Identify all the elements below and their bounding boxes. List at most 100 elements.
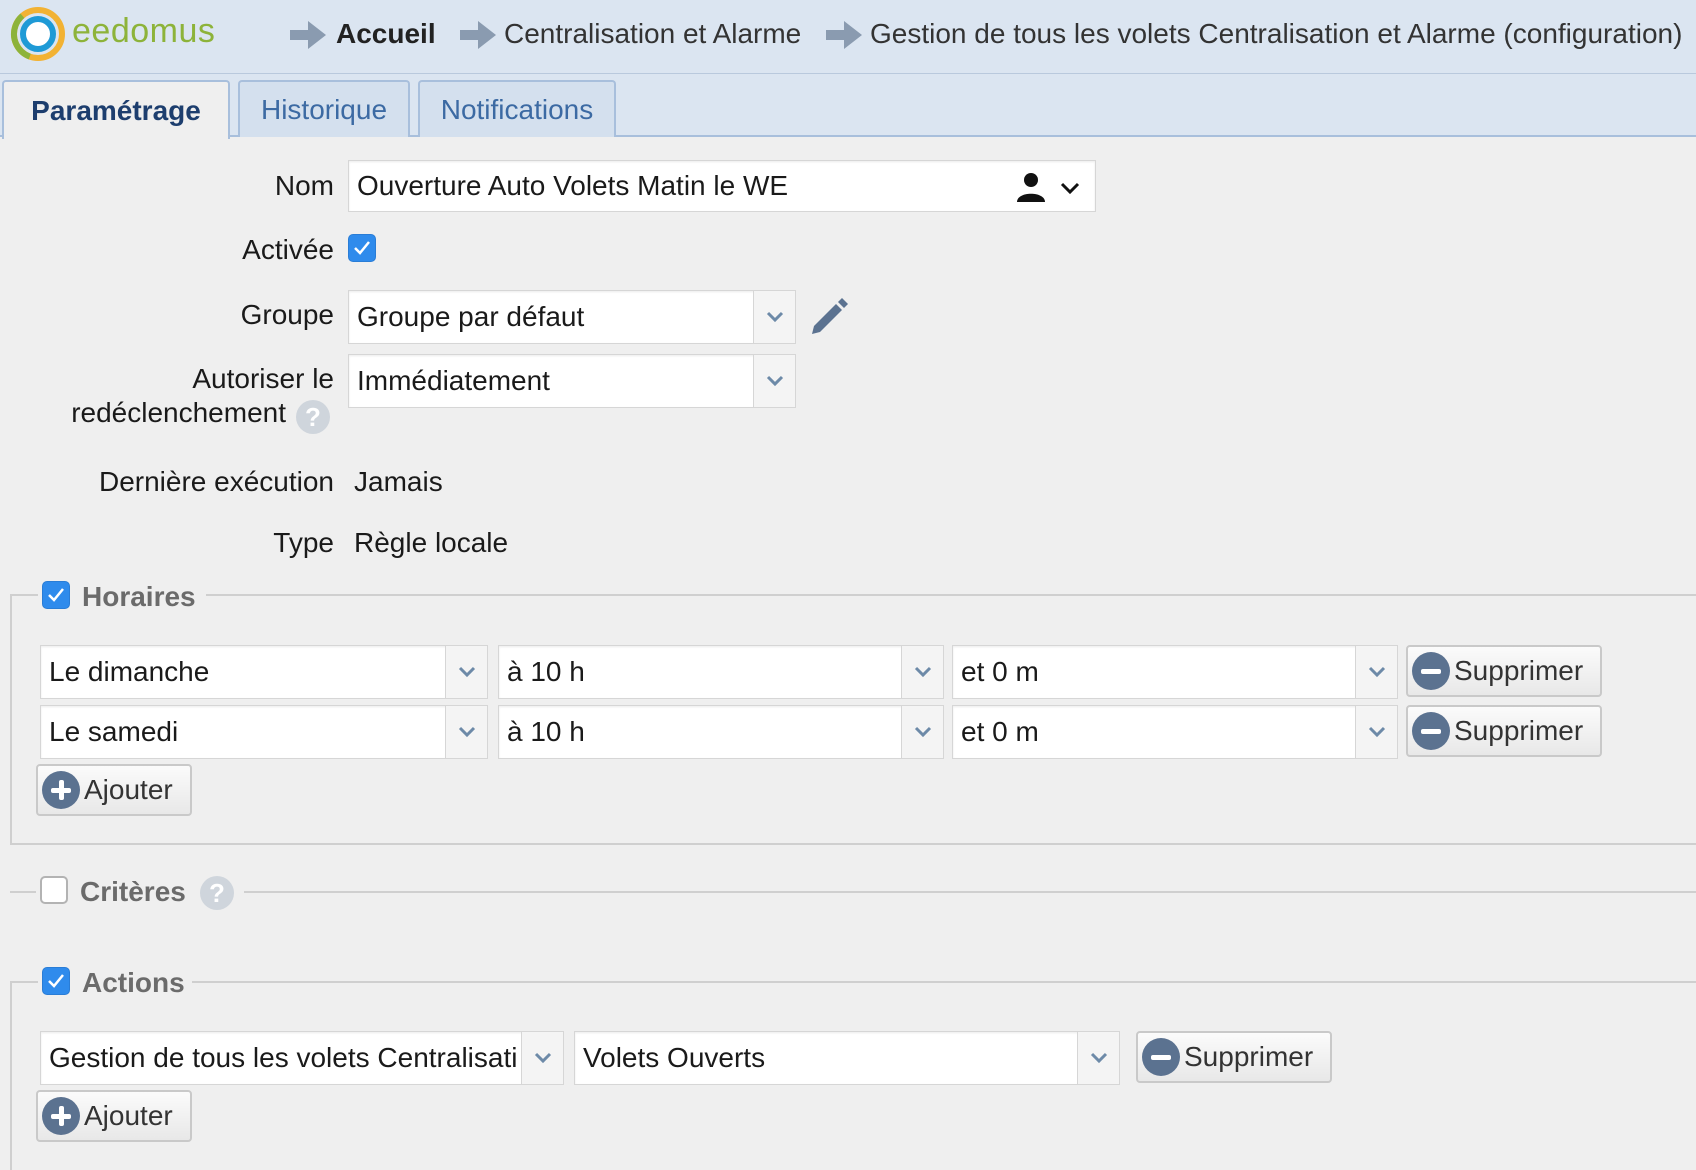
- action-device-select[interactable]: Gestion de tous les volets Centralisatio…: [40, 1031, 564, 1085]
- criteria-fieldset-border: [244, 891, 1696, 893]
- name-input[interactable]: Ouverture Auto Volets Matin le WE: [348, 160, 1096, 212]
- breadcrumb-home[interactable]: Accueil: [336, 18, 436, 50]
- retrigger-help-icon[interactable]: ?: [296, 400, 330, 434]
- group-select[interactable]: Groupe par défaut: [348, 290, 796, 344]
- schedules-legend: Horaires: [82, 581, 196, 612]
- top-bar: eedomus Accueil Centralisation et Alarme…: [0, 0, 1696, 74]
- schedule-day-dropdown[interactable]: [445, 646, 487, 698]
- schedule-day-select[interactable]: Le samedi: [40, 705, 488, 759]
- check-icon: [48, 974, 64, 988]
- retrigger-label-line2: redéclenchement: [71, 397, 286, 428]
- actions-fieldset-border: [10, 981, 12, 1170]
- schedule-minute-dropdown[interactable]: [1355, 646, 1397, 698]
- delete-schedule-button[interactable]: Supprimer: [1406, 645, 1602, 697]
- last-exec-label: Dernière exécution: [98, 466, 334, 497]
- actions-legend: Actions: [82, 967, 185, 998]
- arrow-right-icon: [460, 21, 496, 49]
- plus-circle-icon: [42, 771, 80, 809]
- group-label: Groupe: [240, 299, 334, 330]
- chevron-down-icon[interactable]: [1059, 181, 1081, 195]
- schedule-hour-value: à 10 h: [507, 656, 585, 687]
- pencil-icon[interactable]: [806, 294, 850, 338]
- actions-fieldset-border: [192, 981, 1696, 983]
- user-icon[interactable]: [1015, 171, 1051, 203]
- schedules-fieldset-border: [10, 594, 12, 844]
- schedule-minute-dropdown[interactable]: [1355, 706, 1397, 758]
- type-value: Règle locale: [354, 527, 509, 558]
- eedomus-logo-icon[interactable]: [10, 6, 66, 62]
- action-device-value: Gestion de tous les volets Centralisatio…: [49, 1042, 517, 1073]
- name-input-value: Ouverture Auto Volets Matin le WE: [357, 170, 789, 201]
- breadcrumb-room[interactable]: Centralisation et Alarme: [504, 18, 801, 50]
- schedules-fieldset-border: [10, 594, 38, 596]
- schedule-hour-value: à 10 h: [507, 716, 585, 747]
- check-icon: [48, 588, 64, 602]
- add-schedule-button[interactable]: Ajouter: [36, 764, 192, 816]
- actions-fieldset-border: [10, 981, 38, 983]
- criteria-help-icon[interactable]: ?: [200, 876, 234, 910]
- schedule-day-dropdown[interactable]: [445, 706, 487, 758]
- breadcrumb-current[interactable]: Gestion de tous les volets Centralisatio…: [870, 18, 1682, 50]
- chevron-down-icon: [1090, 1052, 1107, 1064]
- group-select-value: Groupe par défaut: [357, 301, 585, 332]
- schedule-hour-dropdown[interactable]: [901, 646, 943, 698]
- chevron-down-icon: [458, 726, 475, 738]
- group-dropdown-button[interactable]: [753, 291, 795, 343]
- chevron-down-icon: [914, 666, 931, 678]
- arrow-right-icon: [290, 21, 326, 49]
- chevron-down-icon: [766, 375, 783, 387]
- actions-checkbox[interactable]: [42, 967, 70, 995]
- type-label: Type: [273, 527, 334, 558]
- plus-circle-icon: [42, 1097, 80, 1135]
- delete-action-label: Supprimer: [1184, 1041, 1314, 1072]
- retrigger-select-value: Immédiatement: [357, 365, 550, 396]
- enabled-label: Activée: [242, 234, 334, 265]
- schedule-minute-select[interactable]: et 0 m: [952, 645, 1398, 699]
- schedule-minute-value: et 0 m: [961, 716, 1039, 747]
- schedule-minute-select[interactable]: et 0 m: [952, 705, 1398, 759]
- retrigger-label-line1: Autoriser le: [192, 363, 334, 394]
- schedule-day-select[interactable]: Le dimanche: [40, 645, 488, 699]
- check-icon: [354, 241, 370, 255]
- delete-schedule-label: Supprimer: [1454, 715, 1584, 746]
- delete-action-button[interactable]: Supprimer: [1136, 1031, 1332, 1083]
- tab-notifications[interactable]: Notifications: [418, 80, 616, 137]
- add-schedule-label: Ajouter: [84, 774, 173, 805]
- schedule-day-value: Le dimanche: [49, 656, 210, 687]
- chevron-down-icon: [1368, 726, 1385, 738]
- schedules-checkbox[interactable]: [42, 581, 70, 609]
- add-action-label: Ajouter: [84, 1100, 173, 1131]
- retrigger-dropdown-button[interactable]: [753, 355, 795, 407]
- minus-circle-icon: [1412, 712, 1450, 750]
- tab-historique[interactable]: Historique: [238, 80, 410, 137]
- tab-parametrage[interactable]: Paramétrage: [2, 80, 230, 139]
- criteria-legend: Critères: [80, 876, 186, 907]
- minus-circle-icon: [1142, 1038, 1180, 1076]
- action-device-dropdown[interactable]: [521, 1032, 563, 1084]
- action-value-value: Volets Ouverts: [583, 1042, 766, 1073]
- schedule-minute-value: et 0 m: [961, 656, 1039, 687]
- chevron-down-icon: [1368, 666, 1385, 678]
- schedules-fieldset-border: [206, 594, 1696, 596]
- chevron-down-icon: [914, 726, 931, 738]
- arrow-right-icon: [826, 21, 862, 49]
- criteria-checkbox[interactable]: [40, 876, 68, 904]
- schedule-hour-select[interactable]: à 10 h: [498, 645, 944, 699]
- enabled-checkbox[interactable]: [348, 234, 376, 262]
- tab-bar: Paramétrage Historique Notifications: [0, 74, 1696, 139]
- schedule-hour-select[interactable]: à 10 h: [498, 705, 944, 759]
- retrigger-select[interactable]: Immédiatement: [348, 354, 796, 408]
- delete-schedule-button[interactable]: Supprimer: [1406, 705, 1602, 757]
- action-value-dropdown[interactable]: [1077, 1032, 1119, 1084]
- chevron-down-icon: [534, 1052, 551, 1064]
- chevron-down-icon: [766, 311, 783, 323]
- criteria-fieldset-border: [10, 891, 36, 893]
- action-value-select[interactable]: Volets Ouverts: [574, 1031, 1120, 1085]
- logo-text[interactable]: eedomus: [72, 12, 215, 51]
- delete-schedule-label: Supprimer: [1454, 655, 1584, 686]
- minus-circle-icon: [1412, 652, 1450, 690]
- schedule-hour-dropdown[interactable]: [901, 706, 943, 758]
- schedules-fieldset-border: [10, 843, 1696, 845]
- add-action-button[interactable]: Ajouter: [36, 1090, 192, 1142]
- chevron-down-icon: [458, 666, 475, 678]
